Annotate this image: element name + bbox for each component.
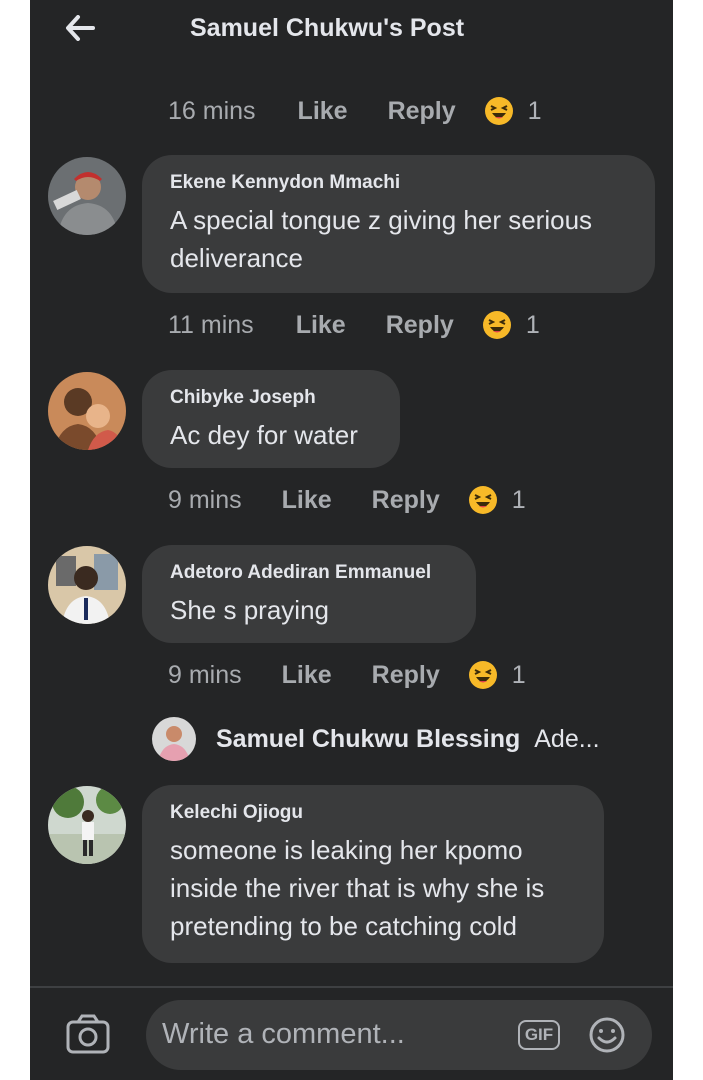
comment-text: A special tongue z giving her serious de… xyxy=(170,205,593,273)
post-comments-screen: Samuel Chukwu's Post 16 mins Like Reply … xyxy=(30,0,673,1080)
avatar[interactable] xyxy=(48,157,126,235)
avatar[interactable] xyxy=(48,546,126,624)
reply-button[interactable]: Reply xyxy=(372,486,440,515)
comment-meta: 16 mins Like Reply 1 xyxy=(168,94,542,128)
like-button[interactable]: Like xyxy=(298,97,348,126)
comment-input[interactable]: Write a comment... GIF xyxy=(146,1000,652,1070)
header-bar: Samuel Chukwu's Post xyxy=(30,0,673,58)
avatar[interactable] xyxy=(152,717,196,761)
comment-bubble: Chibyke Joseph Ac dey for water xyxy=(142,370,400,468)
avatar[interactable] xyxy=(48,372,126,450)
back-arrow-icon xyxy=(66,15,95,41)
reply-button[interactable]: Reply xyxy=(386,311,454,340)
haha-reaction-icon xyxy=(482,310,512,340)
reply-author-name[interactable]: Samuel Chukwu Blessing xyxy=(216,725,520,754)
like-button[interactable]: Like xyxy=(296,311,346,340)
like-button[interactable]: Like xyxy=(282,661,332,690)
camera-button[interactable] xyxy=(66,1014,110,1054)
comment-text: She s praying xyxy=(170,595,329,625)
comment-bubble: Kelechi Ojiogu someone is leaking her kp… xyxy=(142,785,604,963)
commenter-name[interactable]: Kelechi Ojiogu xyxy=(170,801,576,825)
reaction-count: 1 xyxy=(511,660,526,689)
comment-composer: Write a comment... GIF xyxy=(30,986,673,1080)
comment-time: 11 mins xyxy=(168,310,254,339)
emoji-button[interactable] xyxy=(588,1016,626,1054)
haha-reaction-icon xyxy=(468,660,498,690)
reply-button[interactable]: Reply xyxy=(388,97,456,126)
back-button[interactable] xyxy=(58,8,102,48)
comment-bubble: Ekene Kennydon Mmachi A special tongue z… xyxy=(142,155,655,293)
comment-meta: 11 mins Like Reply 1 xyxy=(168,308,540,342)
haha-reaction-icon xyxy=(484,96,514,126)
comment-time: 9 mins xyxy=(168,485,242,514)
comment-bubble: Adetoro Adediran Emmanuel She s praying xyxy=(142,545,476,643)
haha-reaction-icon xyxy=(468,485,498,515)
comment-text: Ac dey for water xyxy=(170,420,358,450)
reply-preview[interactable]: Samuel Chukwu Blessing Ade... xyxy=(152,714,600,764)
emoji-icon xyxy=(589,1017,625,1053)
reaction-count: 1 xyxy=(525,310,540,339)
comment-meta: 9 mins Like Reply 1 xyxy=(168,658,526,692)
comment-meta: 9 mins Like Reply 1 xyxy=(168,483,526,517)
camera-icon xyxy=(66,1014,110,1054)
comment-time: 16 mins xyxy=(168,96,256,125)
like-button[interactable]: Like xyxy=(282,486,332,515)
gif-button[interactable]: GIF xyxy=(518,1020,560,1050)
reply-button[interactable]: Reply xyxy=(372,661,440,690)
comment-text: someone is leaking her kpomo inside the … xyxy=(170,835,545,941)
page-title: Samuel Chukwu's Post xyxy=(190,14,465,42)
commenter-name[interactable]: Ekene Kennydon Mmachi xyxy=(170,171,627,195)
reaction-count: 1 xyxy=(511,485,526,514)
avatar[interactable] xyxy=(48,786,126,864)
reply-snippet: Ade... xyxy=(534,724,600,753)
commenter-name[interactable]: Chibyke Joseph xyxy=(170,386,372,410)
reaction-count: 1 xyxy=(527,96,542,125)
comment-time: 9 mins xyxy=(168,660,242,689)
commenter-name[interactable]: Adetoro Adediran Emmanuel xyxy=(170,561,448,585)
comment-placeholder: Write a comment... xyxy=(162,1018,405,1050)
gif-icon: GIF xyxy=(524,1025,554,1044)
